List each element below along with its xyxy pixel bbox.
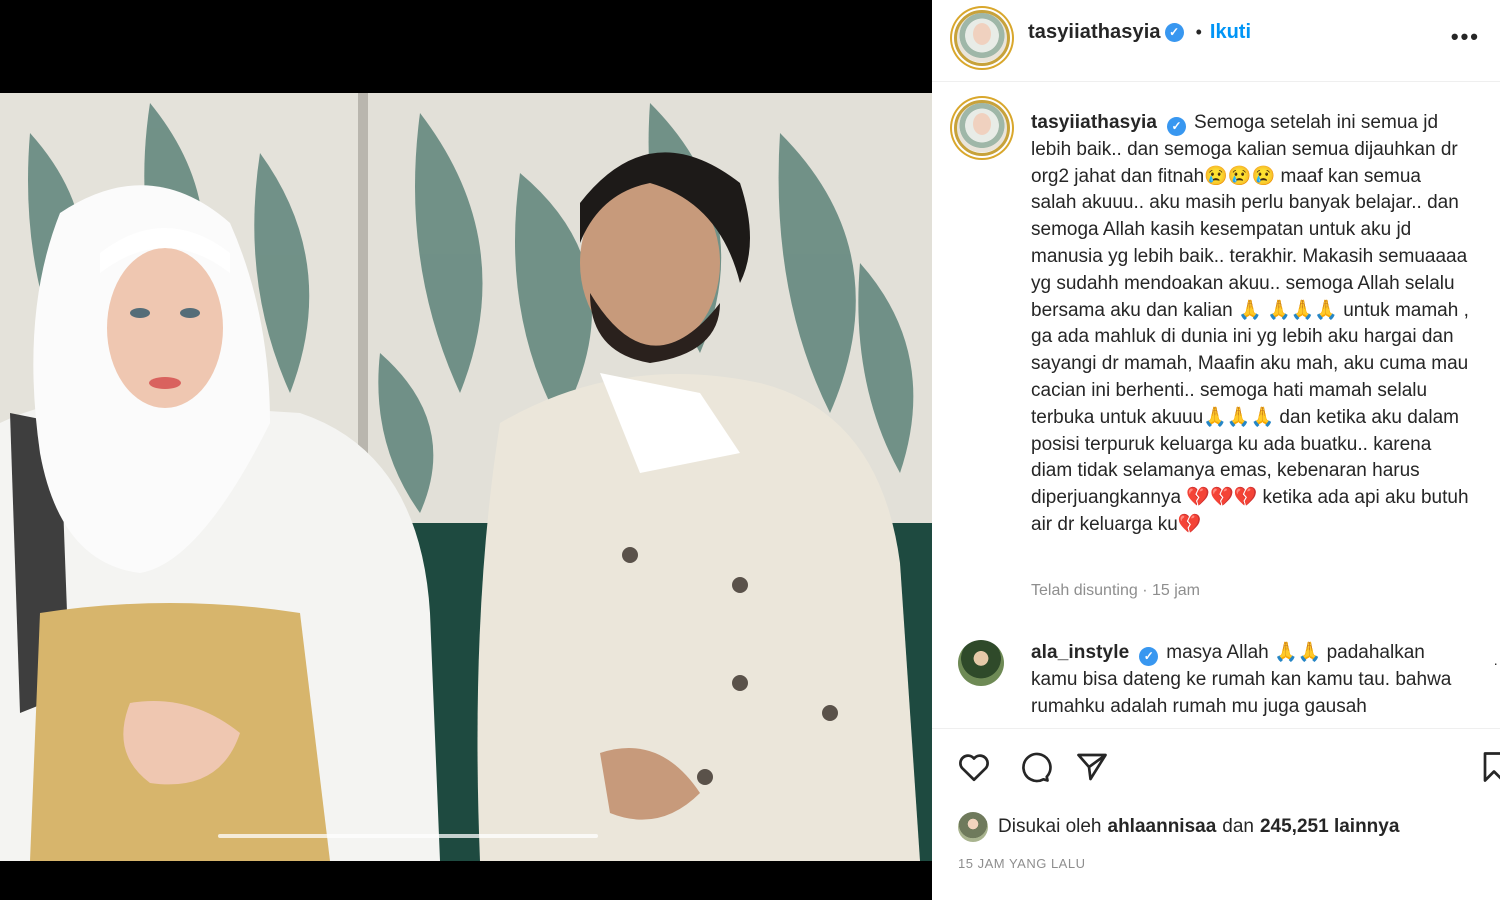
commenter-username[interactable]: ala_instyle: [1031, 642, 1129, 663]
caption-avatar[interactable]: [954, 100, 1010, 156]
verified-badge-icon: ✓: [1139, 647, 1159, 666]
post-panel: tasyiiathasyia ✓ • Ikuti ••• tasyiiathas…: [932, 0, 1500, 900]
likes-prefix: Disukai oleh: [998, 816, 1102, 837]
caption: tasyiiathasyia ✓ Semoga setelah ini semua …: [932, 82, 1500, 627]
post-media[interactable]: [0, 0, 932, 900]
action-bar: [932, 728, 1500, 808]
comment: ala_instyle ✓ masya Allah 🙏🙏 padahalkan ka…: [932, 628, 1500, 728]
liker-username[interactable]: ahlaannisaa: [1108, 816, 1217, 838]
paper-plane-icon[interactable]: [1074, 749, 1114, 789]
header-author: tasyiiathasyia ✓ • Ikuti: [1028, 21, 1251, 44]
heart-icon[interactable]: [956, 749, 996, 789]
likes-summary[interactable]: Disukai oleh ahlaannisaa dan 245,251 lai…: [958, 812, 1405, 842]
caption-text: tasyiiathasyia ✓ Semoga setelah ini semua …: [1031, 110, 1471, 539]
bookmark-icon[interactable]: [1476, 749, 1500, 789]
follow-button[interactable]: Ikuti: [1210, 21, 1251, 44]
comment-text: ala_instyle ✓ masya Allah 🙏🙏 padahalkan ka…: [1031, 640, 1471, 720]
author-avatar[interactable]: [954, 10, 1010, 66]
post-header: tasyiiathasyia ✓ • Ikuti •••: [932, 0, 1500, 82]
verified-badge-icon: ✓: [1167, 117, 1187, 136]
video-still: [0, 93, 932, 861]
likes-middle: dan: [1222, 816, 1254, 837]
commenter-avatar[interactable]: [958, 640, 1004, 686]
author-username[interactable]: tasyiiathasyia: [1028, 21, 1161, 44]
edited-timestamp: Telah disunting · 15 jam: [1031, 582, 1200, 599]
video-frame[interactable]: [0, 93, 932, 861]
post-timestamp[interactable]: 15 JAM YANG LALU: [958, 856, 1085, 871]
verified-badge-icon: ✓: [1164, 23, 1184, 42]
caption-body: Semoga setelah ini semua jd lebih baik..…: [1031, 112, 1469, 535]
likes-count[interactable]: 245,251 lainnya: [1260, 816, 1399, 838]
video-progress-bar[interactable]: [218, 834, 598, 838]
liker-avatar: [958, 812, 988, 842]
comment-options-icon[interactable]: ·: [1493, 655, 1498, 671]
separator-dot: •: [1195, 22, 1202, 42]
speech-bubble-icon[interactable]: [1016, 749, 1056, 789]
caption-username[interactable]: tasyiiathasyia: [1031, 112, 1157, 133]
more-options-icon[interactable]: •••: [1451, 24, 1480, 50]
